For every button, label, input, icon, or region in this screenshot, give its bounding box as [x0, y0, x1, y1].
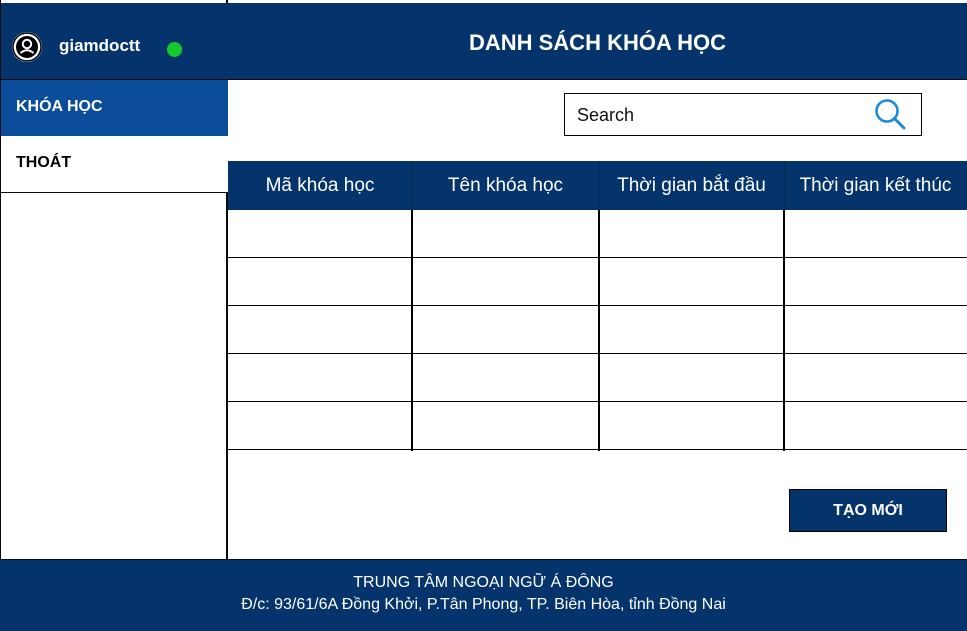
cell-course-code [228, 258, 412, 305]
search-input[interactable] [577, 102, 877, 128]
cell-course-name [412, 210, 599, 257]
cell-start-time [599, 402, 784, 449]
cell-course-name [412, 258, 599, 305]
cell-end-time [784, 210, 967, 257]
app-window: giamdoctt KHÓA HỌC THOÁT DANH SÁCH KHÓA … [0, 0, 967, 631]
column-divider [411, 210, 413, 451]
footer: TRUNG TÂM NGOẠI NGỮ Á ĐÔNG Đ/c: 93/61/6A… [0, 559, 967, 631]
cell-end-time [784, 258, 967, 305]
cell-course-name [412, 306, 599, 353]
create-button[interactable]: TẠO MỚI [789, 489, 947, 532]
column-header-course-code[interactable]: Mã khóa học [228, 161, 412, 210]
column-header-start-time[interactable]: Thời gian bắt đầu [599, 161, 784, 210]
cell-start-time [599, 306, 784, 353]
footer-address: Đ/c: 93/61/6A Đồng Khởi, P.Tân Phong, TP… [241, 596, 726, 613]
cell-course-name [412, 402, 599, 449]
cell-course-code [228, 354, 412, 401]
table-header: Mã khóa học Tên khóa học Thời gian bắt đ… [228, 161, 967, 210]
search-icon[interactable] [872, 96, 908, 132]
header-divider [412, 161, 413, 210]
cell-end-time [784, 306, 967, 353]
column-divider [598, 210, 600, 451]
cell-course-code [228, 210, 412, 257]
cell-course-code [228, 402, 412, 449]
column-divider [783, 210, 785, 451]
column-header-end-time[interactable]: Thời gian kết thúc [784, 161, 967, 210]
header-divider [784, 161, 785, 210]
footer-organization: TRUNG TÂM NGOẠI NGỮ Á ĐÔNG [353, 574, 614, 591]
cell-start-time [599, 258, 784, 305]
header-divider [599, 161, 600, 210]
sidebar-item-label: KHÓA HỌC [16, 98, 103, 115]
sidebar-item-label: THOÁT [16, 154, 72, 171]
cell-course-code [228, 306, 412, 353]
page-title: DANH SÁCH KHÓA HỌC [468, 30, 727, 55]
online-status-icon [167, 42, 182, 57]
sidebar: giamdoctt KHÓA HỌC THOÁT [0, 0, 228, 559]
column-header-course-name[interactable]: Tên khóa học [412, 161, 599, 210]
sidebar-item-courses[interactable]: KHÓA HỌC [1, 80, 228, 136]
cell-course-name [412, 354, 599, 401]
cell-end-time [784, 402, 967, 449]
cell-start-time [599, 354, 784, 401]
cell-end-time [784, 354, 967, 401]
user-panel: giamdoctt [1, 3, 228, 80]
username: giamdoctt [59, 36, 141, 55]
cell-start-time [599, 210, 784, 257]
sidebar-item-logout[interactable]: THOÁT [1, 136, 228, 193]
user-avatar-icon[interactable] [12, 32, 42, 62]
page-header: DANH SÁCH KHÓA HỌC [228, 3, 967, 80]
search-box [564, 93, 922, 136]
